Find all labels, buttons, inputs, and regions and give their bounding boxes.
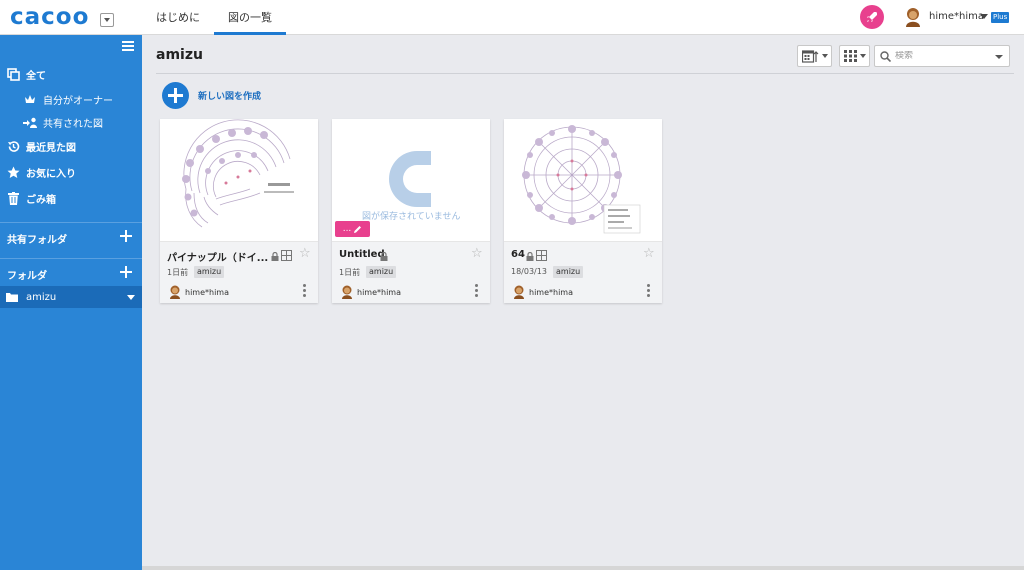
- diagram-thumbnail[interactable]: 図が保存されていません ...: [332, 119, 490, 242]
- diagram-card[interactable]: 64 ☆ 18/03/13 amizu hime*hima: [504, 119, 662, 303]
- diagram-date: 1日前: [339, 268, 361, 277]
- owner-avatar: [514, 285, 524, 299]
- lock-icon: [271, 252, 279, 261]
- crochet-doily-pattern-image: [522, 125, 641, 234]
- shared-user-icon: [23, 115, 37, 129]
- owner-name: hime*hima: [357, 288, 401, 297]
- create-new-diagram-label: 新しい図を作成: [198, 92, 262, 102]
- sidebar-item-shared[interactable]: 共有された図: [0, 111, 142, 133]
- top-bar: cacoo はじめに 図の一覧 hime*hima Plus: [0, 0, 1024, 35]
- favorite-star-icon[interactable]: ☆: [643, 247, 655, 261]
- search-box[interactable]: [874, 45, 1010, 67]
- add-shared-folder-icon[interactable]: [120, 230, 132, 242]
- diagram-name[interactable]: パイナップル（ドイ...: [167, 249, 268, 264]
- nav-tab-diagram-list[interactable]: 図の一覧: [214, 0, 286, 35]
- add-folder-icon[interactable]: [120, 266, 132, 278]
- lock-icon: [526, 252, 534, 261]
- user-menu-caret-icon[interactable]: [980, 14, 988, 19]
- sidebar-item-trash[interactable]: ごみ箱: [0, 187, 142, 209]
- plan-badge: Plus: [991, 12, 1010, 23]
- favorite-star-icon[interactable]: ☆: [471, 247, 483, 261]
- diagram-card[interactable]: パイナップル（ドイ... ☆ 1日前 amizu hime*hima: [160, 119, 318, 303]
- create-new-diagram-button[interactable]: 新しい図を作成: [162, 82, 261, 109]
- search-input[interactable]: [895, 51, 995, 61]
- empty-diagram-message: 図が保存されていません: [362, 212, 461, 222]
- folder-label: amizu: [26, 291, 57, 303]
- sidebar-item-favorites[interactable]: お気に入り: [0, 161, 142, 183]
- shared-folder-heading: 共有フォルダ: [7, 235, 67, 246]
- favorite-star-icon[interactable]: ☆: [299, 247, 311, 261]
- crown-icon: [23, 92, 37, 106]
- edit-diagram-button[interactable]: ...: [335, 221, 370, 237]
- search-options-caret-icon[interactable]: [995, 55, 1003, 59]
- star-icon: [6, 165, 20, 179]
- sidebar-item-label: ごみ箱: [26, 194, 56, 206]
- sidebar-item-recent[interactable]: 最近見た図: [0, 135, 142, 157]
- sidebar-item-all[interactable]: 全て: [0, 63, 142, 85]
- folder-tag[interactable]: amizu: [366, 266, 397, 278]
- diagram-card[interactable]: 図が保存されていません ... Untitled ☆ 1日前 amizu him…: [332, 119, 490, 303]
- page-title: amizu: [156, 47, 203, 63]
- diagram-thumbnail[interactable]: [504, 119, 662, 242]
- shared-grid-icon: [536, 250, 547, 261]
- sidebar-divider: [0, 258, 142, 259]
- folder-icon: [6, 292, 18, 302]
- crochet-half-pattern-image: [182, 119, 294, 228]
- diagram-date: 18/03/13: [511, 267, 547, 276]
- bottom-edge: [142, 566, 1024, 570]
- folder-heading: フォルダ: [7, 271, 47, 282]
- more-options-icon[interactable]: [647, 284, 650, 297]
- sidebar-item-label: お気に入り: [26, 168, 76, 180]
- trash-icon: [6, 191, 20, 205]
- search-icon: [880, 50, 891, 62]
- hamburger-menu-icon[interactable]: [122, 41, 134, 51]
- plus-circle-icon: [162, 82, 189, 109]
- grid-view-icon: [843, 50, 857, 62]
- all-diagrams-icon: [6, 67, 20, 81]
- cacoo-placeholder-c-icon: [389, 151, 431, 207]
- sidebar-item-owned[interactable]: 自分がオーナー: [0, 88, 142, 110]
- sidebar-item-label: 全て: [26, 70, 46, 82]
- cacoo-logo[interactable]: cacoo: [10, 5, 89, 29]
- diagram-thumbnail[interactable]: [160, 119, 318, 242]
- user-name[interactable]: hime*hima: [929, 11, 984, 22]
- folder-menu-caret-icon[interactable]: [127, 295, 135, 300]
- pencil-icon: [354, 225, 362, 233]
- more-options-icon[interactable]: [475, 284, 478, 297]
- owner-avatar: [170, 285, 180, 299]
- history-icon: [6, 139, 20, 153]
- sidebar-item-label: 共有された図: [43, 118, 103, 130]
- nav-tab-getting-started[interactable]: はじめに: [150, 0, 206, 35]
- diagram-date: 1日前: [167, 268, 189, 277]
- calendar-sort-icon: [801, 49, 818, 63]
- diagram-name[interactable]: 64: [511, 249, 525, 260]
- owner-name: hime*hima: [185, 288, 229, 297]
- more-options-icon[interactable]: [303, 284, 306, 297]
- sidebar-item-label: 自分がオーナー: [43, 95, 113, 107]
- view-mode-button[interactable]: [839, 45, 870, 67]
- user-avatar[interactable]: [904, 7, 922, 27]
- sidebar-folder-amizu[interactable]: amizu: [0, 286, 142, 308]
- view-caret-icon: [859, 54, 866, 58]
- folder-tag[interactable]: amizu: [553, 266, 584, 278]
- sort-caret-icon: [821, 54, 828, 58]
- title-divider: [156, 73, 1014, 74]
- folder-tag[interactable]: amizu: [194, 266, 225, 278]
- rocket-icon: [867, 12, 877, 22]
- lock-icon: [380, 252, 388, 261]
- sidebar: 全て 自分がオーナー 共有された図 最近見た図 お気に入り ごみ箱 共有フォルダ…: [0, 35, 142, 570]
- owner-avatar: [342, 285, 352, 299]
- sort-button[interactable]: [797, 45, 832, 67]
- diagram-name[interactable]: Untitled: [339, 249, 385, 260]
- notification-rocket-button[interactable]: [860, 5, 884, 29]
- app-menu-dropdown[interactable]: [100, 13, 114, 27]
- shared-grid-icon: [281, 250, 292, 261]
- sidebar-divider: [0, 222, 142, 223]
- sidebar-item-label: 最近見た図: [26, 142, 76, 154]
- owner-name: hime*hima: [529, 288, 573, 297]
- edit-button-label: ...: [342, 224, 352, 234]
